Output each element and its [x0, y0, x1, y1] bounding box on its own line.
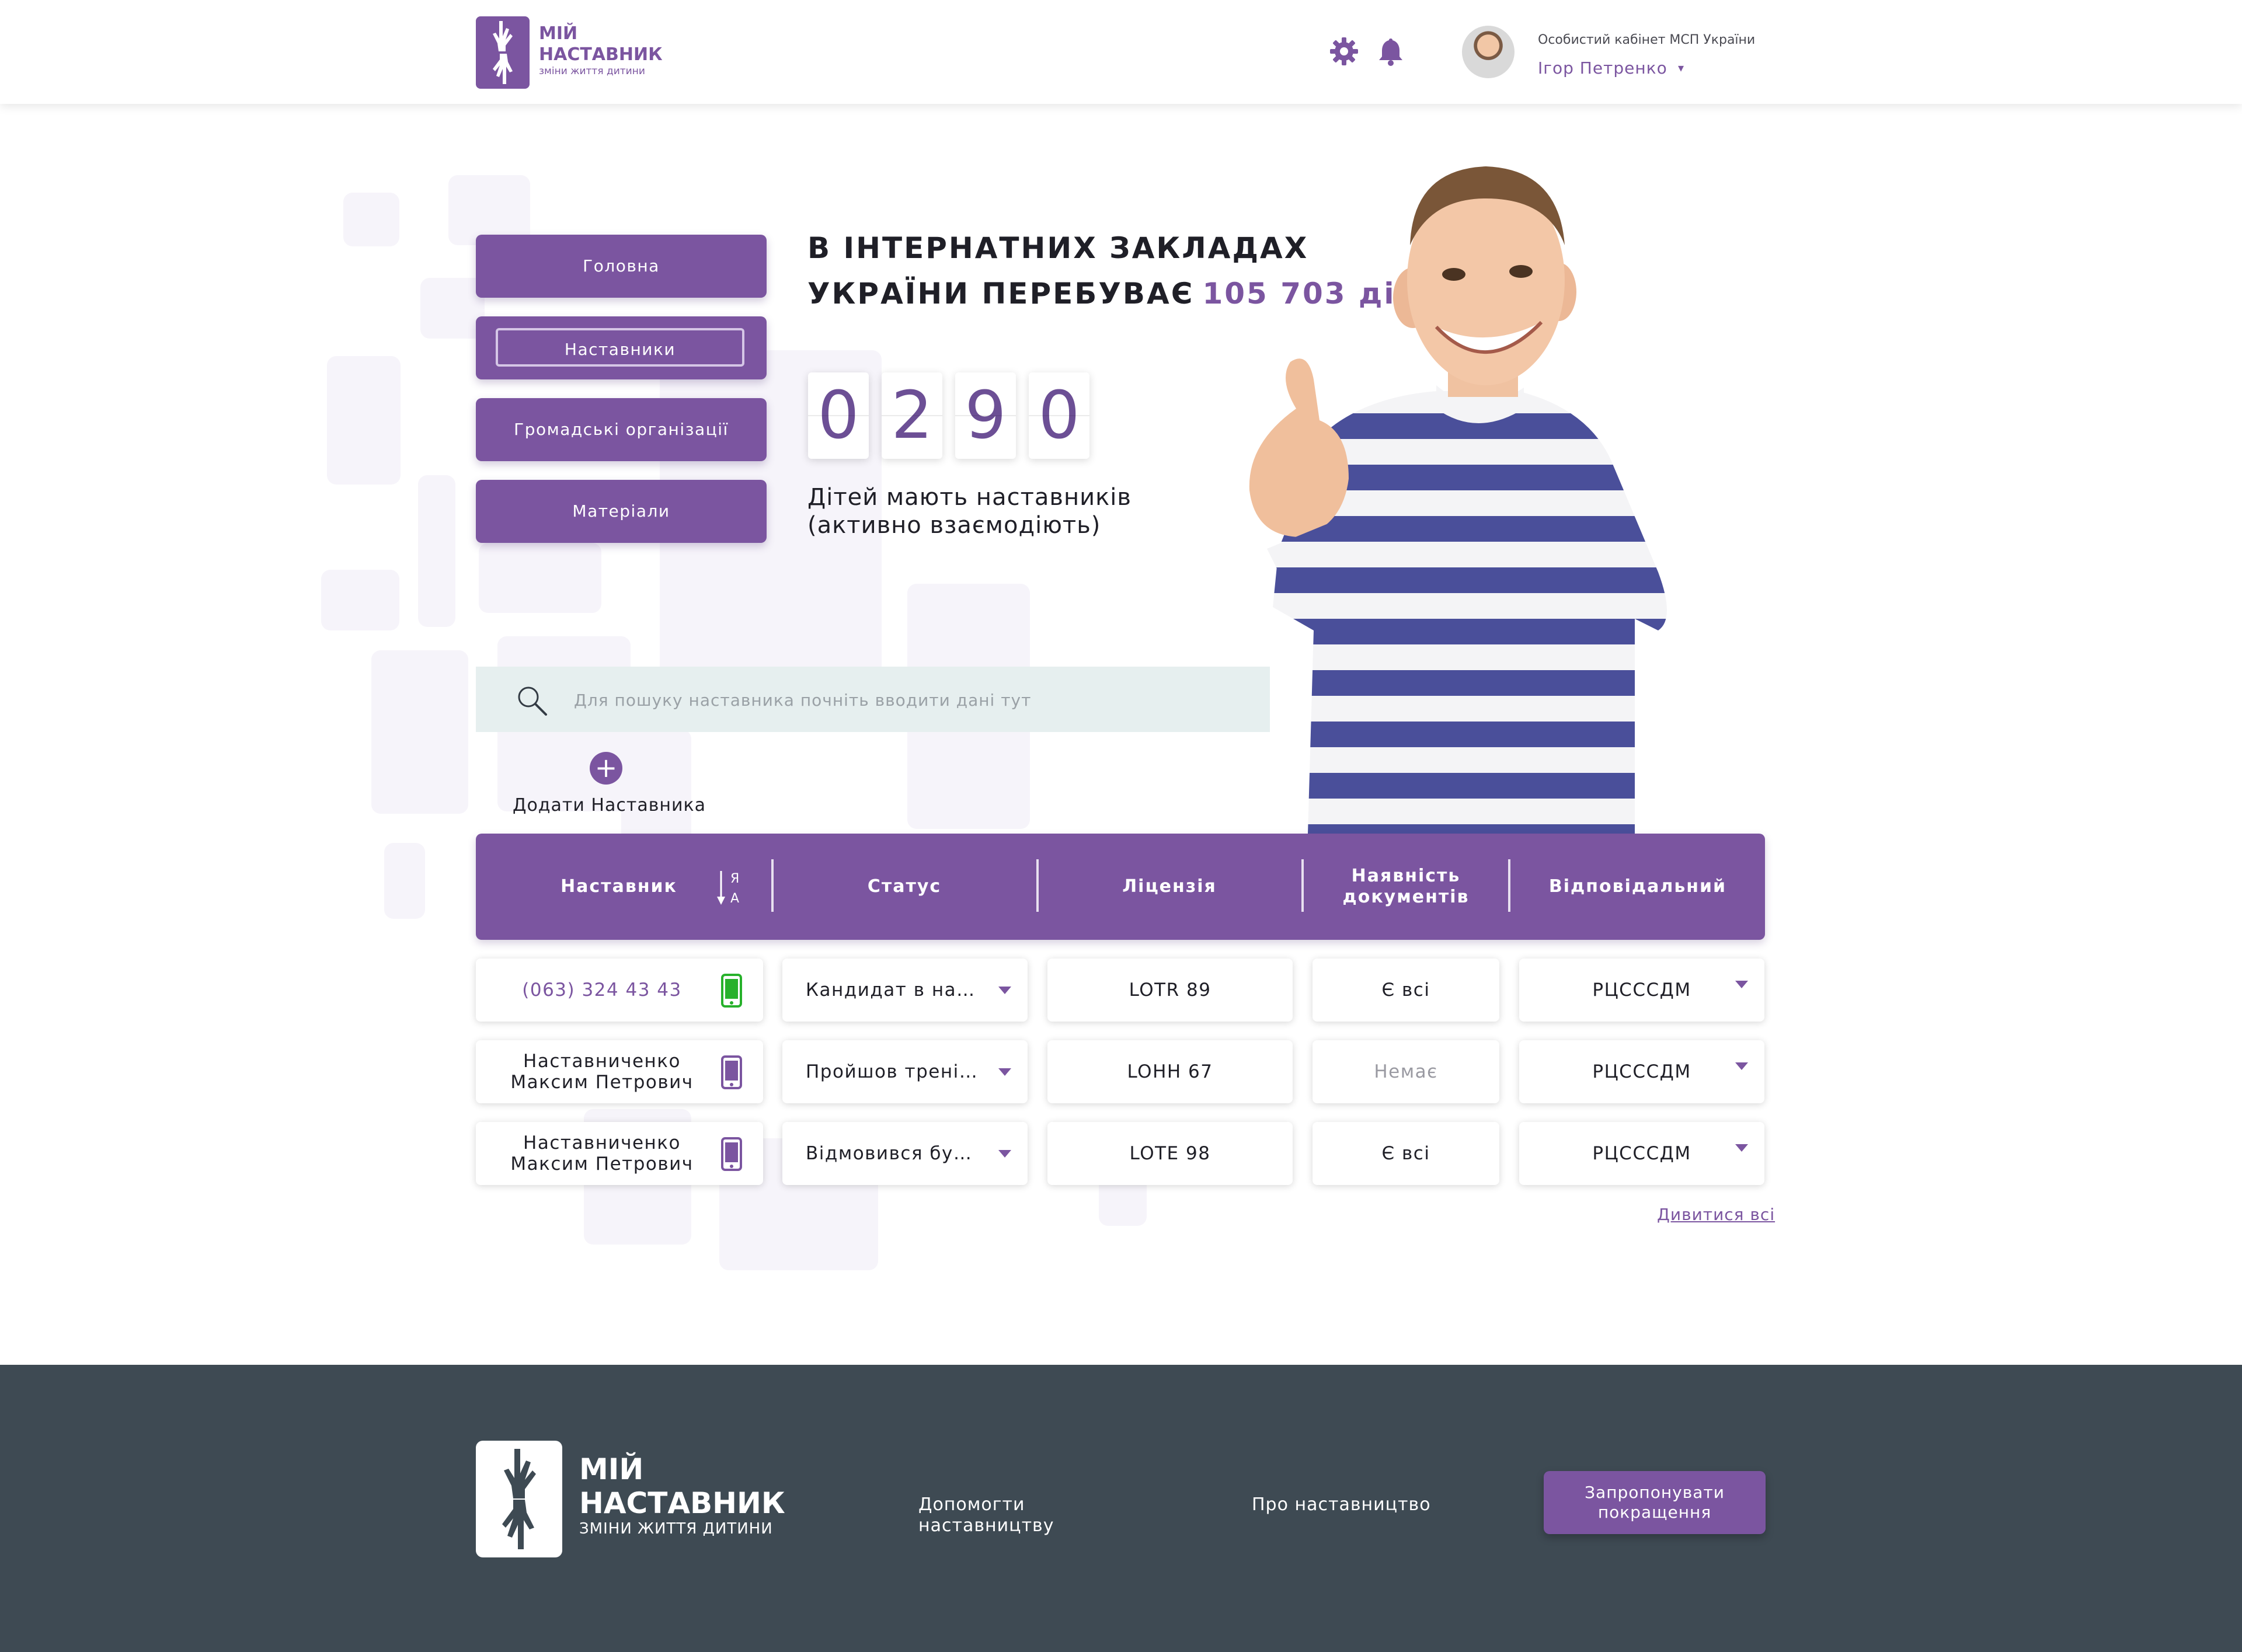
status-select[interactable]: Пройшов тренінг [782, 1040, 1028, 1103]
user-menu-caret-icon[interactable]: ▾ [1678, 61, 1684, 75]
site-footer: МІЙ НАСТАВНИК ЗМІНИ ЖИТТЯ ДИТИНИ Допомог… [0, 1365, 2242, 1652]
search-input[interactable] [573, 682, 1247, 718]
column-header-label: Ліцензія [1122, 876, 1217, 897]
status-value: Пройшов тренінг [806, 1061, 981, 1082]
column-header-documents[interactable]: Наявність документів [1304, 834, 1508, 940]
documents-cell: Є всі [1313, 959, 1499, 1022]
menu-item-label: Громадські організації [514, 420, 729, 439]
column-header-status[interactable]: Статус [774, 834, 1035, 940]
mentor-search-bar[interactable] [476, 667, 1270, 732]
mentors-table-header: Наставник Я А Статус Ліцензія Наявність … [476, 834, 1765, 940]
mentor-name[interactable]: Наставниченко Максим Петрович [509, 1051, 695, 1093]
license-cell: LOHH 67 [1047, 1040, 1293, 1103]
phone-icon[interactable] [721, 974, 742, 1008]
column-header-label: Наявність документів [1342, 866, 1470, 907]
license-value: LOHH 67 [1127, 1061, 1213, 1082]
license-cell: LOTE 98 [1047, 1122, 1293, 1185]
column-header-license[interactable]: Ліцензія [1039, 834, 1300, 940]
dropdown-caret-icon[interactable] [1735, 1062, 1748, 1070]
view-all-link[interactable]: Дивитися всі [1657, 1205, 1775, 1224]
license-value: LOTE 98 [1129, 1143, 1211, 1164]
search-icon[interactable] [516, 684, 548, 717]
responsible-value: РЦСССДМ [1592, 980, 1691, 1001]
documents-cell: Немає [1313, 1040, 1499, 1103]
logo-title: МІЙ НАСТАВНИК [539, 23, 663, 65]
menu-item-mentors[interactable]: Наставники [476, 316, 767, 379]
footer-logo-title-line2: НАСТАВНИК [579, 1486, 785, 1520]
logo-title-line2: НАСТАВНИК [539, 44, 663, 65]
footer-logo-subtitle: ЗМІНИ ЖИТТЯ ДИТИНИ [579, 1520, 773, 1538]
hero-title-text: УКРАЇНИ ПЕРЕБУВАЄ [807, 277, 1195, 311]
documents-value: Є всі [1381, 980, 1430, 1001]
license-cell: LOTR 89 [1047, 959, 1293, 1022]
responsible-select[interactable]: РЦСССДМ [1519, 1122, 1764, 1185]
dropdown-caret-icon[interactable] [998, 1150, 1011, 1158]
gear-icon[interactable] [1329, 36, 1359, 67]
responsible-select[interactable]: РЦСССДМ [1519, 959, 1764, 1022]
status-select[interactable]: Відмовився бути наставником [782, 1122, 1028, 1185]
menu-item-active-frame: Наставники [496, 328, 744, 367]
counter-digit: 9 [955, 372, 1016, 459]
counter-digit: 0 [1029, 372, 1089, 459]
avatar[interactable] [1462, 26, 1515, 78]
documents-value: Є всі [1381, 1143, 1430, 1164]
dropdown-caret-icon[interactable] [1735, 1144, 1748, 1152]
cabinet-label: Особистий кабінет МСП України [1538, 33, 1756, 47]
hands-logo-icon[interactable] [476, 1441, 562, 1557]
responsible-value: РЦСССДМ [1592, 1061, 1691, 1082]
user-name[interactable]: Ігор Петренко [1538, 58, 1667, 78]
mentor-phone-link[interactable]: (063) 324 43 43 [522, 980, 681, 1001]
brand-logo[interactable]: МІЙ НАСТАВНИК зміни життя дитини [476, 16, 686, 90]
sort-label-top: Я [730, 872, 739, 886]
menu-item-label: Головна [583, 256, 660, 276]
menu-item-materials[interactable]: Матеріали [476, 480, 767, 543]
menu-item-home[interactable]: Головна [476, 235, 767, 298]
column-header-label: Відповідальний [1548, 876, 1727, 897]
footer-logo-title: МІЙ НАСТАВНИК [579, 1452, 785, 1520]
menu-item-ngos[interactable]: Громадські організації [476, 398, 767, 461]
sort-label-bottom: А [730, 891, 739, 906]
footer-logo-title-line1: МІЙ [579, 1452, 644, 1486]
phone-icon[interactable] [721, 1137, 742, 1171]
dropdown-caret-icon[interactable] [998, 1068, 1011, 1076]
counter-digit: 2 [882, 372, 942, 459]
add-mentor-button[interactable]: Додати Наставника [513, 795, 706, 815]
dropdown-caret-icon[interactable] [1735, 981, 1748, 988]
bell-icon[interactable] [1376, 36, 1406, 67]
mentor-name[interactable]: Наставниченко Максим Петрович [509, 1132, 695, 1174]
mentor-cell[interactable]: (063) 324 43 43 [476, 959, 763, 1022]
plus-icon[interactable]: + [590, 752, 622, 785]
menu-item-label: Наставники [564, 340, 676, 359]
documents-value: Немає [1374, 1061, 1438, 1082]
responsible-select[interactable]: РЦСССДМ [1519, 1040, 1764, 1103]
logo-subtitle: зміни життя дитини [539, 65, 645, 77]
mentor-cell[interactable]: Наставниченко Максим Петрович [476, 1122, 763, 1185]
site-header: МІЙ НАСТАВНИК зміни життя дитини Особист… [0, 0, 2242, 104]
hero-caption: Дітей мають наставників (активно взаємод… [807, 484, 1132, 539]
column-header-label: Статус [867, 876, 942, 897]
sort-icon[interactable]: Я А [716, 869, 743, 907]
license-value: LOTR 89 [1129, 980, 1211, 1001]
dropdown-caret-icon[interactable] [998, 987, 1011, 994]
phone-icon[interactable] [721, 1055, 742, 1089]
documents-cell: Є всі [1313, 1122, 1499, 1185]
logo-title-line1: МІЙ [539, 23, 578, 44]
status-select[interactable]: Кандидат в наставники [782, 959, 1028, 1022]
status-value: Відмовився бути наставником [806, 1143, 981, 1164]
footer-link-help[interactable]: Допомогти наставництву [918, 1494, 1070, 1536]
column-header-label: Наставник [560, 876, 677, 897]
status-value: Кандидат в наставники [806, 980, 981, 1001]
suggest-button-label: Запропонувати покращення [1585, 1483, 1725, 1522]
menu-item-label: Матеріали [572, 501, 670, 521]
column-header-responsible[interactable]: Відповідальний [1510, 834, 1765, 940]
mentor-cell[interactable]: Наставниченко Максим Петрович [476, 1040, 763, 1103]
counter-digit: 0 [808, 372, 869, 459]
suggest-improvement-button[interactable]: Запропонувати покращення [1544, 1471, 1766, 1534]
responsible-value: РЦСССДМ [1592, 1143, 1691, 1164]
hands-logo-icon [476, 16, 530, 89]
footer-link-about[interactable]: Про наставництво [1252, 1494, 1431, 1515]
